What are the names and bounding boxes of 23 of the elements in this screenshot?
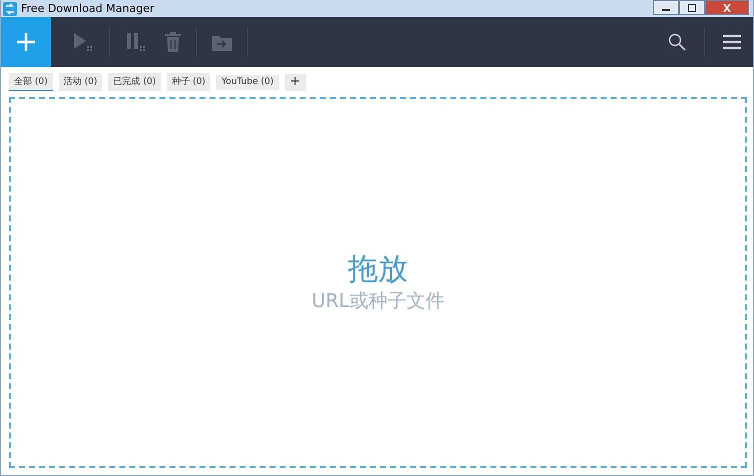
drop-subtitle: URL或种子文件 <box>312 288 444 314</box>
app-logo-icon <box>3 2 17 16</box>
filter-tab[interactable]: 已完成 (0) <box>108 73 161 91</box>
add-button[interactable] <box>1 17 51 67</box>
filter-tab[interactable]: 种子 (0) <box>166 73 210 91</box>
filter-tab[interactable]: 全部 (0) <box>9 73 53 91</box>
pause-icon <box>124 31 148 53</box>
plus-icon <box>16 32 36 52</box>
close-icon <box>722 4 732 12</box>
close-button[interactable] <box>705 0 749 15</box>
folder-arrow-icon <box>211 33 233 51</box>
minimize-button[interactable] <box>653 0 679 15</box>
filter-tab[interactable]: 活动 (0) <box>58 73 102 91</box>
trash-icon <box>164 32 182 52</box>
maximize-button[interactable] <box>679 0 705 15</box>
drop-title: 拖放 <box>348 252 408 288</box>
add-tab-button[interactable]: + <box>284 74 306 90</box>
search-icon <box>668 33 686 51</box>
menu-icon <box>723 34 741 50</box>
play-icon <box>71 31 95 53</box>
window-title: Free Download Manager <box>21 2 154 15</box>
maximize-icon <box>687 4 697 12</box>
filter-tab[interactable]: YouTube (0) <box>216 74 279 90</box>
